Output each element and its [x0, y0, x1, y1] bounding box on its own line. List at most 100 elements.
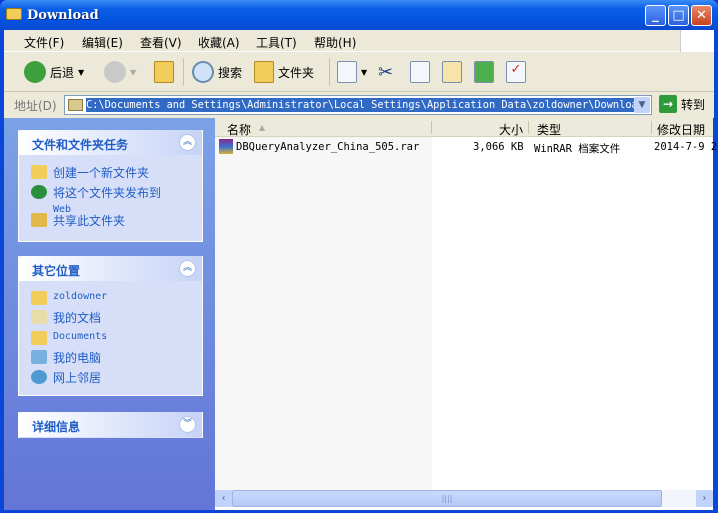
menu-file[interactable]: 文件(F) [24, 34, 64, 51]
column-modified[interactable]: 修改日期 [657, 121, 705, 138]
toolbar: 后退 ▼ ▼ 搜索 文件夹 ▼ ✂ ✓ [4, 52, 714, 92]
folders-label: 文件夹 [278, 65, 315, 80]
panel-title: 文件和文件夹任务 [32, 138, 129, 152]
menu-edit[interactable]: 编辑(E) [82, 34, 123, 51]
place-zoldowner[interactable]: zoldowner [31, 290, 107, 305]
address-label: 地址(D) [14, 99, 57, 113]
refresh-icon [474, 61, 494, 83]
search-button[interactable]: 搜索 [192, 60, 242, 84]
panel-header[interactable]: 详细信息 ︾ [19, 412, 202, 437]
file-size: 3,066 KB [473, 141, 524, 153]
explorer-window: Download _ □ ✕ 文件(F) 编辑(E) 查看(V) 收藏(A) 工… [0, 0, 718, 513]
place-label: 我的文档 [53, 311, 102, 325]
maximize-button[interactable]: □ [668, 5, 689, 26]
place-label: 网上邻居 [53, 371, 102, 385]
scissors-icon: ✂ [378, 61, 394, 83]
place-my-computer[interactable]: 我的电脑 [31, 349, 101, 366]
place-documents[interactable]: Documents [31, 330, 107, 345]
my-documents-icon [31, 310, 47, 324]
scroll-left-button[interactable]: ‹ [215, 490, 232, 507]
address-bar: 地址(D) C:\Documents and Settings\Administ… [4, 92, 714, 118]
task-pane: 文件和文件夹任务 ︽ 创建一个新文件夹 将这个文件夹发布到 Web 共享此文件夹 其… [4, 118, 215, 510]
folder-icon [31, 331, 47, 345]
menu-bar: 文件(F) 编辑(E) 查看(V) 收藏(A) 工具(T) 帮助(H) [4, 30, 714, 52]
folder-icon [31, 291, 47, 305]
place-my-documents[interactable]: 我的文档 [31, 309, 101, 326]
menu-view[interactable]: 查看(V) [140, 34, 182, 51]
address-dropdown-button[interactable]: ▼ [634, 97, 650, 113]
column-name[interactable]: 名称 [227, 121, 251, 138]
task-new-folder[interactable]: 创建一个新文件夹 [31, 164, 149, 181]
column-type[interactable]: 类型 [537, 121, 561, 138]
paste-icon [442, 61, 462, 83]
network-icon [31, 370, 47, 384]
place-label: Documents [53, 331, 108, 342]
other-places-panel: 其它位置 ︽ zoldowner 我的文档 Documents 我的电脑 网上邻居 [18, 256, 203, 396]
minimize-button[interactable]: _ [645, 5, 666, 26]
search-icon [192, 61, 214, 83]
paste-button[interactable] [442, 60, 462, 84]
computer-icon [31, 350, 47, 364]
file-tasks-panel: 文件和文件夹任务 ︽ 创建一个新文件夹 将这个文件夹发布到 Web 共享此文件夹 [18, 130, 203, 242]
forward-button[interactable]: ▼ [104, 60, 136, 84]
task-label: 共享此文件夹 [53, 214, 126, 228]
views-button[interactable]: ▼ [337, 60, 367, 84]
address-path[interactable]: C:\Documents and Settings\Administrator\… [86, 98, 644, 112]
globe-icon [31, 185, 47, 199]
folder-icon [68, 99, 83, 111]
search-label: 搜索 [218, 65, 243, 80]
go-button[interactable]: → 转到 [659, 95, 705, 113]
sort-arrow-icon: ▲ [259, 123, 266, 132]
back-label: 后退 [50, 65, 75, 80]
task-publish-web[interactable]: 将这个文件夹发布到 Web [31, 184, 161, 215]
column-size[interactable]: 大小 [499, 121, 523, 138]
scroll-right-button[interactable]: › [696, 490, 713, 507]
file-modified: 2014-7-9 2 [654, 141, 718, 153]
place-network[interactable]: 网上邻居 [31, 369, 101, 386]
address-input[interactable]: C:\Documents and Settings\Administrator\… [64, 95, 652, 115]
folder-icon [6, 8, 22, 20]
menu-favorites[interactable]: 收藏(A) [198, 34, 240, 51]
cut-button[interactable]: ✂ [378, 60, 393, 84]
up-button[interactable] [154, 60, 174, 84]
task-label: 将这个文件夹发布到 [53, 186, 162, 200]
folders-button[interactable]: 文件夹 [254, 60, 314, 84]
task-label: 创建一个新文件夹 [53, 166, 150, 180]
panel-title: 其它位置 [32, 264, 81, 278]
expand-chevron-icon[interactable]: ︾ [179, 416, 196, 433]
copy-icon [410, 61, 430, 83]
collapse-chevron-icon[interactable]: ︽ [179, 260, 196, 277]
back-button[interactable]: 后退 ▼ [24, 60, 84, 84]
new-folder-icon [31, 165, 47, 179]
forward-arrow-icon [104, 61, 126, 83]
collapse-chevron-icon[interactable]: ︽ [179, 134, 196, 151]
go-label: 转到 [681, 97, 706, 112]
task-share-folder[interactable]: 共享此文件夹 [31, 212, 125, 229]
copy-button[interactable] [410, 60, 430, 84]
panel-header[interactable]: 其它位置 ︽ [19, 256, 202, 281]
file-row[interactable]: DBQueryAnalyzer_China_505.rar 3,066 KB W… [215, 139, 717, 155]
panel-header[interactable]: 文件和文件夹任务 ︽ [19, 130, 202, 155]
close-button[interactable]: ✕ [691, 5, 712, 26]
menu-help[interactable]: 帮助(H) [314, 34, 356, 51]
place-label: 我的电脑 [53, 351, 102, 365]
refresh-button[interactable] [474, 60, 494, 84]
file-type: WinRAR 档案文件 [534, 143, 621, 155]
file-name: DBQueryAnalyzer_China_505.rar [236, 141, 420, 153]
go-arrow-icon: → [659, 95, 677, 113]
menu-tools[interactable]: 工具(T) [256, 34, 297, 51]
horizontal-scrollbar[interactable]: ‹ |||| › [215, 490, 713, 507]
rar-archive-icon [219, 139, 233, 154]
share-folder-icon [31, 213, 47, 227]
scroll-thumb[interactable]: |||| [232, 490, 662, 507]
window-title: Download [27, 8, 99, 23]
file-list: 名称 ▲ 大小 类型 修改日期 DBQueryAnalyzer_China_50… [215, 118, 717, 510]
views-icon [337, 61, 357, 83]
details-panel: 详细信息 ︾ [18, 412, 203, 438]
place-label: zoldowner [53, 291, 108, 302]
title-bar[interactable]: Download _ □ ✕ [0, 0, 718, 30]
properties-button[interactable]: ✓ [506, 60, 526, 84]
panel-title: 详细信息 [32, 420, 81, 434]
back-arrow-icon [24, 61, 46, 83]
folders-icon [254, 61, 274, 83]
